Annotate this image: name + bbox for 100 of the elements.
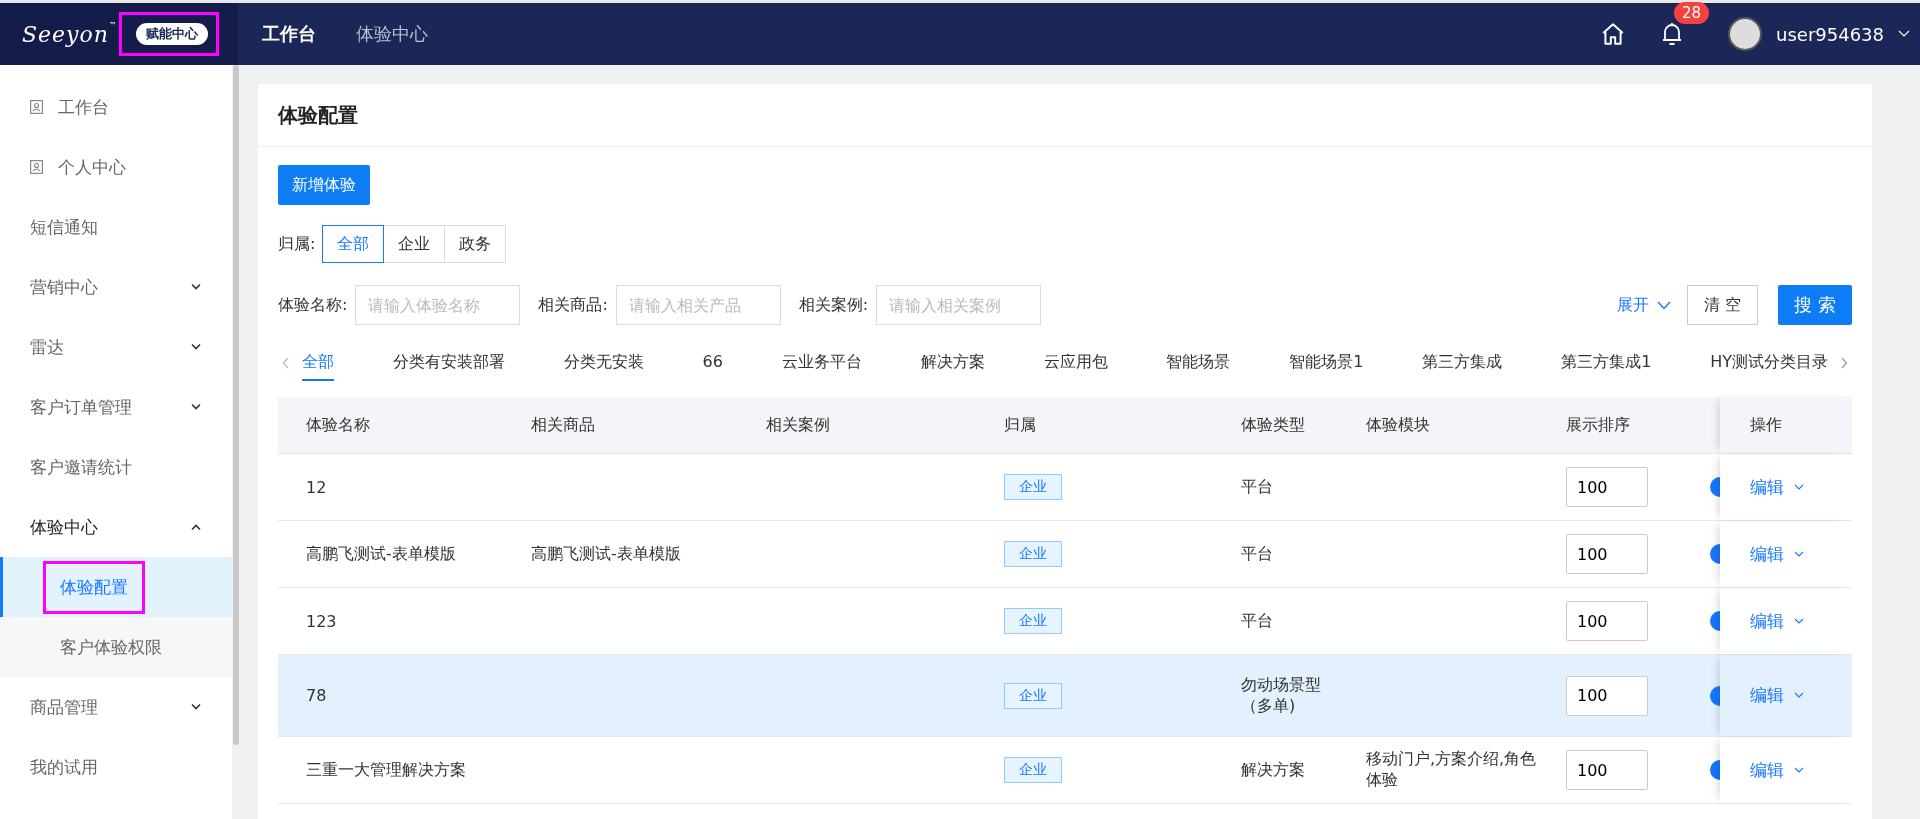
table-cell: 平台 (1241, 476, 1273, 498)
table-cell: 平台 (1241, 543, 1273, 565)
sort-field[interactable]: 100 (1566, 534, 1648, 574)
contact-card-icon (30, 100, 43, 114)
page-title: 体验配置 (258, 84, 1872, 147)
edit-link[interactable]: 编辑 (1750, 542, 1784, 566)
edit-link[interactable]: 编辑 (1750, 475, 1784, 499)
chevron-icon (190, 403, 202, 411)
table-cell: 三重一大管理解决方案 (306, 759, 466, 781)
category-tab[interactable]: 云应用包 (1043, 345, 1108, 381)
nav-tab[interactable]: 工作台 (262, 22, 316, 46)
sort-field[interactable]: 100 (1566, 601, 1648, 641)
trademark: ™ (108, 21, 117, 30)
toggle-icon[interactable] (1710, 544, 1720, 564)
filter-option[interactable]: 企业 (383, 225, 446, 263)
chevron-icon (190, 283, 202, 291)
table-row[interactable]: 12 企业 平台 100 编辑 (278, 454, 1852, 521)
menu-label: 客户体验权限 (60, 635, 162, 659)
sidebar-item[interactable]: 体验中心 (0, 497, 232, 557)
search-field[interactable]: 请输入相关案例 (876, 285, 1042, 325)
table-cell: 高鹏飞测试-表单模版 (306, 543, 456, 565)
sort-field[interactable]: 100 (1566, 750, 1648, 790)
category-tab[interactable]: 智能场景 (1166, 345, 1231, 381)
home-icon[interactable] (1600, 21, 1626, 47)
column-header: 操作 (1720, 397, 1852, 453)
table-row[interactable]: 高鹏飞测试-表单模版 高鹏飞测试-表单模版 企业 平台 100 编辑 (278, 521, 1852, 588)
sidebar-item[interactable]: 工作台 (0, 77, 232, 137)
column-header: 体验名称 (305, 413, 371, 436)
table-row[interactable]: 三重一大管理解决方案 企业 解决方案 移动门户,方案介绍,角色体验 100 编辑 (278, 737, 1852, 804)
search-field[interactable]: 请输入相关产品 (615, 285, 781, 325)
add-button[interactable]: 新增体验 (278, 165, 370, 205)
sidebar-item[interactable]: 个人中心 (0, 137, 232, 197)
clear-button[interactable]: 清 空 (1687, 285, 1759, 325)
table-cell: 解决方案 (1241, 759, 1305, 781)
edit-link[interactable]: 编辑 (1750, 684, 1784, 707)
toggle-icon[interactable] (1710, 685, 1720, 706)
filter-option[interactable]: 政务 (444, 225, 507, 263)
sidebar-item[interactable]: 营销中心 (0, 257, 232, 317)
menu-label: 体验配置 (60, 575, 128, 599)
contact-card-icon (30, 160, 43, 174)
category-tab[interactable]: 分类无安装 (563, 345, 644, 381)
tag: 企业 (1004, 541, 1062, 567)
sidebar-subitem[interactable]: 体验配置 (0, 557, 232, 617)
column-header: 体验模块 (1365, 413, 1431, 436)
sort-field[interactable]: 100 (1566, 467, 1648, 507)
search-button[interactable]: 搜 索 (1778, 285, 1852, 325)
category-tab[interactable]: 第三方集成1 (1561, 345, 1652, 381)
nav-tab[interactable]: 体验中心 (356, 22, 428, 46)
username[interactable]: user954638 (1776, 23, 1884, 45)
category-tab[interactable]: 全部 (302, 345, 334, 381)
scrollbar-thumb[interactable] (233, 65, 239, 745)
search-field[interactable]: 请输入体验名称 (355, 285, 521, 325)
filter-label: 归属: (278, 233, 316, 255)
table-cell: 123 (306, 611, 337, 631)
edit-link[interactable]: 编辑 (1750, 609, 1784, 633)
category-tab[interactable]: 智能场景1 (1289, 345, 1364, 381)
chevron-icon (190, 343, 202, 351)
sidebar-subitem[interactable]: 客户体验权限 (0, 617, 232, 677)
sidebar-item[interactable]: 雷达 (0, 317, 232, 377)
field-label: 体验名称: (278, 294, 348, 316)
expand-link[interactable]: 展开 (1617, 294, 1650, 316)
category-tab[interactable]: HY测试分类目录 (1710, 345, 1828, 381)
column-header: 相关案例 (765, 413, 831, 436)
tag: 企业 (1004, 757, 1062, 783)
toggle-icon[interactable] (1710, 477, 1720, 497)
chevron-right-icon[interactable] (1840, 357, 1848, 369)
toggle-icon[interactable] (1710, 760, 1720, 780)
sidebar-item[interactable]: 我的试用 (0, 737, 232, 797)
table-cell-text: 勿动场景型（多单) (1241, 674, 1322, 717)
sidebar-item[interactable]: 客户邀请统计 (0, 437, 232, 497)
tag: 企业 (1004, 474, 1062, 500)
table-row[interactable]: 78 企业 勿动场景型（多单) 100 编辑 (278, 655, 1852, 737)
chevron-icon (190, 523, 202, 531)
sort-field[interactable]: 100 (1566, 675, 1648, 716)
category-tab[interactable]: 解决方案 (920, 345, 985, 381)
notification-count: 28 (1674, 2, 1710, 24)
toggle-icon[interactable] (1710, 611, 1720, 631)
category-tab[interactable]: 第三方集成 (1422, 345, 1503, 381)
avatar[interactable] (1728, 17, 1762, 51)
tag: 企业 (1004, 608, 1062, 634)
category-tab[interactable]: 云业务平台 (781, 345, 862, 381)
sidebar-item[interactable]: 商品管理 (0, 677, 232, 737)
bell-icon[interactable] (1660, 21, 1684, 47)
edit-link[interactable]: 编辑 (1750, 758, 1784, 782)
table-cell: 移动门户,方案介绍,角色体验 (1366, 749, 1538, 791)
field-label: 相关商品: (538, 294, 608, 316)
table-cell: 高鹏飞测试-表单模版 (531, 543, 681, 565)
table-cell: 78 (306, 686, 327, 705)
chevron-icon[interactable] (1657, 300, 1672, 310)
table-cell: 平台 (1241, 610, 1273, 632)
logo: Seeyon (22, 21, 109, 47)
field-label: 相关案例: (798, 294, 869, 316)
column-header: 相关商品 (530, 413, 596, 436)
sidebar-item[interactable]: 短信通知 (0, 197, 232, 257)
category-tab[interactable]: 66 (702, 345, 723, 381)
filter-option[interactable]: 全部 (322, 225, 385, 263)
sidebar-item[interactable]: 客户订单管理 (0, 377, 232, 437)
category-tab[interactable]: 分类有安装部署 (392, 345, 505, 381)
column-header: 展示排序 (1565, 413, 1631, 436)
tag: 企业 (1004, 682, 1062, 709)
